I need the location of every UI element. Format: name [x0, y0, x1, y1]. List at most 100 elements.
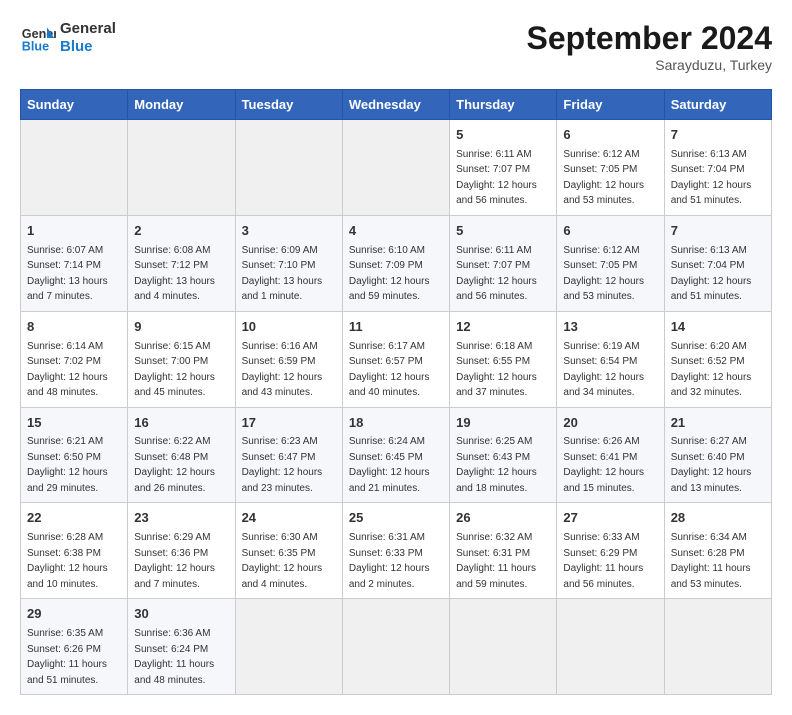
table-row: 25Sunrise: 6:31 AMSunset: 6:33 PMDayligh… [342, 503, 449, 599]
sunset-info: Sunset: 6:26 PM [27, 644, 101, 655]
table-row: 7 Sunrise: 6:13 AM Sunset: 7:04 PM Daylight… [664, 120, 771, 216]
table-row [342, 599, 449, 695]
month-title: September 2024 [527, 20, 772, 57]
daylight-info: Daylight: 11 hours and 53 minutes. [671, 563, 751, 590]
table-row [128, 120, 235, 216]
table-row: 22Sunrise: 6:28 AMSunset: 6:38 PMDayligh… [21, 503, 128, 599]
col-thursday: Thursday [450, 90, 557, 120]
sunrise-info: Sunrise: 6:18 AM [456, 341, 532, 352]
daylight-info: Daylight: 12 hours and 51 minutes. [671, 180, 752, 207]
daylight-info: Daylight: 11 hours and 48 minutes. [134, 659, 214, 686]
daylight-info: Daylight: 12 hours and 7 minutes. [134, 563, 215, 590]
sunset-info: Sunset: 7:04 PM [671, 164, 745, 175]
daylight-info: Daylight: 12 hours and 45 minutes. [134, 372, 215, 399]
sunrise-info: Sunrise: 6:10 AM [349, 245, 425, 256]
daylight-info: Daylight: 11 hours and 56 minutes. [563, 563, 643, 590]
day-number: 28 [671, 509, 765, 528]
sunset-info: Sunset: 6:29 PM [563, 548, 637, 559]
sunrise-info: Sunrise: 6:26 AM [563, 436, 639, 447]
sunrise-info: Sunrise: 6:27 AM [671, 436, 747, 447]
table-row: 5Sunrise: 6:11 AMSunset: 7:07 PMDaylight… [450, 215, 557, 311]
sunset-info: Sunset: 7:04 PM [671, 260, 745, 271]
day-number: 8 [27, 318, 121, 337]
daylight-info: Daylight: 12 hours and 37 minutes. [456, 372, 537, 399]
daylight-info: Daylight: 12 hours and 34 minutes. [563, 372, 644, 399]
day-number: 7 [671, 126, 765, 145]
table-row: 24Sunrise: 6:30 AMSunset: 6:35 PMDayligh… [235, 503, 342, 599]
sunset-info: Sunset: 7:12 PM [134, 260, 208, 271]
daylight-info: Daylight: 12 hours and 56 minutes. [456, 180, 537, 207]
day-number: 13 [563, 318, 657, 337]
daylight-info: Daylight: 11 hours and 59 minutes. [456, 563, 536, 590]
sunset-info: Sunset: 6:57 PM [349, 356, 423, 367]
sunrise-info: Sunrise: 6:21 AM [27, 436, 103, 447]
sunset-info: Sunset: 6:24 PM [134, 644, 208, 655]
daylight-info: Daylight: 12 hours and 59 minutes. [349, 276, 430, 303]
sunrise-info: Sunrise: 6:11 AM [456, 149, 531, 160]
sunrise-info: Sunrise: 6:13 AM [671, 149, 747, 160]
table-row: 9Sunrise: 6:15 AMSunset: 7:00 PMDaylight… [128, 311, 235, 407]
sunrise-info: Sunrise: 6:30 AM [242, 532, 318, 543]
col-friday: Friday [557, 90, 664, 120]
daylight-info: Daylight: 11 hours and 51 minutes. [27, 659, 107, 686]
table-row: 19Sunrise: 6:25 AMSunset: 6:43 PMDayligh… [450, 407, 557, 503]
daylight-info: Daylight: 12 hours and 2 minutes. [349, 563, 430, 590]
logo-line2: Blue [60, 38, 116, 56]
day-number: 6 [563, 126, 657, 145]
day-number: 16 [134, 414, 228, 433]
sunset-info: Sunset: 6:48 PM [134, 452, 208, 463]
daylight-info: Daylight: 12 hours and 53 minutes. [563, 180, 644, 207]
table-row: 3Sunrise: 6:09 AMSunset: 7:10 PMDaylight… [235, 215, 342, 311]
daylight-info: Daylight: 12 hours and 4 minutes. [242, 563, 323, 590]
sunset-info: Sunset: 7:05 PM [563, 164, 637, 175]
daylight-info: Daylight: 12 hours and 32 minutes. [671, 372, 752, 399]
day-number: 20 [563, 414, 657, 433]
day-number: 17 [242, 414, 336, 433]
table-row: 15Sunrise: 6:21 AMSunset: 6:50 PMDayligh… [21, 407, 128, 503]
sunrise-info: Sunrise: 6:31 AM [349, 532, 425, 543]
table-row: 21Sunrise: 6:27 AMSunset: 6:40 PMDayligh… [664, 407, 771, 503]
sunrise-info: Sunrise: 6:33 AM [563, 532, 639, 543]
location-subtitle: Sarayduzu, Turkey [527, 57, 772, 73]
day-number: 5 [456, 222, 550, 241]
table-row: 6Sunrise: 6:12 AMSunset: 7:05 PMDaylight… [557, 120, 664, 216]
sunrise-info: Sunrise: 6:07 AM [27, 245, 103, 256]
sunrise-info: Sunrise: 6:20 AM [671, 341, 747, 352]
day-number: 5 [456, 126, 550, 145]
sunrise-info: Sunrise: 6:08 AM [134, 245, 210, 256]
day-number: 7 [671, 222, 765, 241]
sunset-info: Sunset: 7:09 PM [349, 260, 423, 271]
sunrise-info: Sunrise: 6:24 AM [349, 436, 425, 447]
sunset-info: Sunset: 7:14 PM [27, 260, 101, 271]
table-row [21, 120, 128, 216]
sunrise-info: Sunrise: 6:15 AM [134, 341, 210, 352]
daylight-info: Daylight: 12 hours and 40 minutes. [349, 372, 430, 399]
day-number: 29 [27, 605, 121, 624]
sunset-info: Sunset: 7:10 PM [242, 260, 316, 271]
daylight-info: Daylight: 12 hours and 56 minutes. [456, 276, 537, 303]
day-number: 27 [563, 509, 657, 528]
table-row: 16Sunrise: 6:22 AMSunset: 6:48 PMDayligh… [128, 407, 235, 503]
daylight-info: Daylight: 13 hours and 1 minute. [242, 276, 323, 303]
sunrise-info: Sunrise: 6:22 AM [134, 436, 210, 447]
sunrise-info: Sunrise: 6:16 AM [242, 341, 318, 352]
day-number: 4 [349, 222, 443, 241]
sunrise-info: Sunrise: 6:12 AM [563, 245, 639, 256]
sunset-info: Sunset: 6:36 PM [134, 548, 208, 559]
sunrise-info: Sunrise: 6:28 AM [27, 532, 103, 543]
sunset-info: Sunset: 6:47 PM [242, 452, 316, 463]
daylight-info: Daylight: 12 hours and 13 minutes. [671, 467, 752, 494]
table-row: 17Sunrise: 6:23 AMSunset: 6:47 PMDayligh… [235, 407, 342, 503]
daylight-info: Daylight: 12 hours and 29 minutes. [27, 467, 108, 494]
day-number: 23 [134, 509, 228, 528]
sunrise-info: Sunrise: 6:23 AM [242, 436, 318, 447]
sunrise-info: Sunrise: 6:29 AM [134, 532, 210, 543]
sunset-info: Sunset: 6:41 PM [563, 452, 637, 463]
col-saturday: Saturday [664, 90, 771, 120]
day-number: 25 [349, 509, 443, 528]
table-row: 29Sunrise: 6:35 AMSunset: 6:26 PMDayligh… [21, 599, 128, 695]
sunset-info: Sunset: 6:45 PM [349, 452, 423, 463]
sunset-info: Sunset: 6:28 PM [671, 548, 745, 559]
day-number: 3 [242, 222, 336, 241]
daylight-info: Daylight: 12 hours and 15 minutes. [563, 467, 644, 494]
